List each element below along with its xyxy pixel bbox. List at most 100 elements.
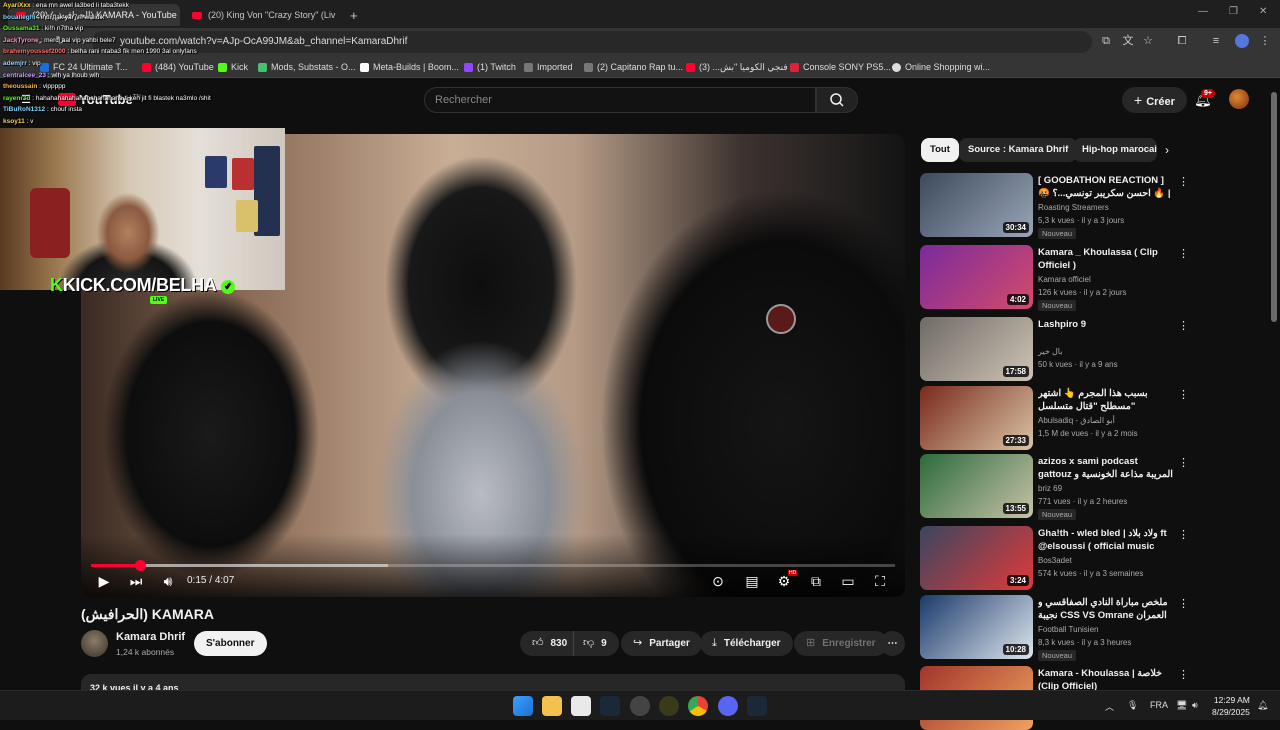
recommended-title[interactable]: azizos x sami podcast gattouz المريبة مذ…	[1038, 455, 1173, 482]
profile-icon[interactable]	[1235, 34, 1249, 48]
recommended-video[interactable]: 17:58 Lashpiro 9 بال خير 50 k vues · il y a…	[920, 317, 1270, 381]
bookmark-item[interactable]: (1) Twitch	[464, 60, 516, 74]
next-icon[interactable]: ⏭	[127, 572, 145, 590]
recommended-title[interactable]: Kamara _ Khoulassa ( Clip Officiel )	[1038, 246, 1173, 272]
more-vertical-icon[interactable]: ⋮	[1178, 319, 1189, 332]
share-button[interactable]: ↪ Partager	[621, 631, 702, 656]
play-icon[interactable]: ▶	[95, 572, 113, 590]
progress-bar[interactable]	[91, 560, 895, 571]
account-avatar[interactable]	[1229, 89, 1249, 109]
video-thumbnail[interactable]: 10:28	[920, 595, 1033, 659]
chevron-right-icon[interactable]: ›	[1165, 143, 1169, 157]
bookmark-star-icon[interactable]: ☆	[1142, 35, 1154, 47]
bookmark-folder[interactable]: (2) Capitano Rap tu...	[584, 60, 683, 74]
network-icon[interactable]: 🖥︎	[1176, 700, 1187, 711]
recommended-video[interactable]: 4:02 Kamara _ Khoulassa ( Clip Officiel )…	[920, 245, 1270, 311]
more-vertical-icon[interactable]: ⋮	[1178, 175, 1189, 188]
theater-mode-icon[interactable]: ▭	[839, 572, 857, 590]
fullscreen-icon[interactable]: ⛶	[871, 572, 889, 590]
start-windows-icon[interactable]	[513, 696, 533, 716]
close-icon[interactable]: ✕	[335, 10, 340, 21]
discord-icon[interactable]	[718, 696, 738, 716]
app-icon[interactable]	[659, 696, 679, 716]
search-input[interactable]: Rechercher	[424, 87, 816, 113]
page-scrollbar[interactable]	[1271, 92, 1277, 322]
recommended-title[interactable]: Gha!th - wled bled | ولاد بلاد ft @elsou…	[1038, 527, 1173, 554]
recommended-channel[interactable]: Bos3adet	[1038, 556, 1072, 565]
recommended-video[interactable]: 3:24 Gha!th - wled bled | ولاد بلاد ft @e…	[920, 526, 1270, 590]
bookmark-item[interactable]: Mods, Substats - O...	[258, 60, 356, 74]
bookmark-item[interactable]: Meta-Builds | Boom...	[360, 60, 459, 74]
more-vertical-icon[interactable]: ⋮	[1178, 528, 1189, 541]
tab-king-von[interactable]: (20) King Von "Crazy Story" (Liv ✕	[184, 4, 340, 26]
video-thumbnail[interactable]: 30:34	[920, 173, 1033, 237]
like-button[interactable]: 👍︎ 830	[520, 631, 578, 656]
recommended-video[interactable]: 27:33 بسبب هذا المجرم 👆 اشتهر مسطلح "قتال…	[920, 386, 1270, 450]
close-icon[interactable]: ✕	[177, 10, 180, 21]
subtitles-icon[interactable]: ▤	[743, 572, 761, 590]
menu-icon[interactable]: ⋮	[1259, 35, 1271, 47]
download-button[interactable]: ⤓ Télécharger	[700, 631, 793, 656]
bookmark-folder[interactable]: Imported	[524, 60, 573, 74]
speaker-icon[interactable]: 🔊︎	[1192, 700, 1198, 711]
save-button[interactable]: ⊞ Enregistrer	[794, 631, 888, 656]
create-button[interactable]: + Créer	[1122, 87, 1187, 113]
address-bar[interactable]: youtube.com/watch?v=AJp-OcA99JM&ab_chann…	[92, 31, 1092, 53]
scrubber-handle[interactable]	[135, 560, 147, 571]
bookmark-item[interactable]: Online Shopping wi...	[892, 60, 990, 74]
steam-icon[interactable]	[600, 696, 620, 716]
search-button[interactable]	[816, 87, 858, 113]
video-thumbnail[interactable]: 3:24	[920, 526, 1033, 590]
recommended-title[interactable]: ملخص مباراة النادي الصفاقسي و نجيبة CSS …	[1038, 596, 1173, 622]
video-thumbnail[interactable]: 4:02	[920, 245, 1033, 309]
recommended-channel[interactable]: Roasting Streamers	[1038, 203, 1109, 212]
recommended-channel[interactable]: briz 69	[1038, 484, 1062, 493]
maximize-icon[interactable]: ❐	[1229, 6, 1238, 17]
subscribe-button[interactable]: S'abonner	[194, 631, 267, 656]
more-vertical-icon[interactable]: ⋮	[1178, 247, 1189, 260]
bookmark-item[interactable]: Kick	[218, 60, 248, 74]
video-thumbnail[interactable]: 27:33	[920, 386, 1033, 450]
extensions-icon[interactable]: ⧠	[1176, 35, 1188, 47]
steam-icon[interactable]	[747, 696, 767, 716]
recommended-video[interactable]: 30:34 [ GOOBATHON REACTION ] 🤬 احسن سكريب…	[920, 173, 1270, 239]
recommended-title[interactable]: [ GOOBATHON REACTION ] 🤬 احسن سكريبر تون…	[1038, 174, 1173, 201]
bookmark-item[interactable]: (484) YouTube	[142, 60, 214, 74]
language-indicator[interactable]: FRA	[1150, 700, 1168, 710]
microphone-icon[interactable]: 🎙︎	[1127, 700, 1138, 711]
translate-icon[interactable]: 文	[1122, 35, 1134, 47]
more-vertical-icon[interactable]: ⋮	[1178, 597, 1189, 610]
chrome-icon[interactable]	[688, 696, 708, 716]
channel-avatar[interactable]	[81, 630, 108, 657]
recommended-channel[interactable]: بال خير	[1038, 347, 1062, 356]
new-tab-button[interactable]: +	[342, 4, 364, 26]
obs-icon[interactable]	[630, 696, 650, 716]
chevron-up-icon[interactable]: ︿	[1105, 700, 1114, 713]
chip-all[interactable]: Tout	[921, 138, 959, 162]
recommended-channel[interactable]: Abulsadiq - أبو الصادق	[1038, 416, 1115, 425]
video-thumbnail[interactable]: 13:55	[920, 454, 1033, 518]
bookmark-item[interactable]: فنجي الكوميا "بش... (3)	[686, 60, 788, 74]
close-window-icon[interactable]: ✕	[1259, 6, 1267, 17]
notification-center-icon[interactable]: 🔔︎	[1257, 700, 1268, 711]
chip-source-channel[interactable]: Source : Kamara Dhrif	[959, 138, 1078, 162]
chip-hip-hop[interactable]: Hip-hop marocain	[1073, 138, 1157, 162]
miniplayer-icon[interactable]: ⧉	[807, 572, 825, 590]
minimize-icon[interactable]: —	[1198, 6, 1208, 17]
install-app-icon[interactable]: ⧉	[1100, 35, 1112, 47]
file-explorer-icon[interactable]	[542, 696, 562, 716]
store-icon[interactable]	[571, 696, 591, 716]
recommended-title[interactable]: Lashpiro 9	[1038, 318, 1173, 331]
more-actions-button[interactable]: ⋯	[880, 631, 905, 656]
autoplay-toggle-icon[interactable]: ⊙	[707, 572, 729, 590]
recommended-channel[interactable]: Football Tunisien	[1038, 625, 1098, 634]
more-vertical-icon[interactable]: ⋮	[1178, 388, 1189, 401]
system-clock[interactable]: 12:29 AM 8/29/2025	[1212, 694, 1250, 718]
recommended-title[interactable]: بسبب هذا المجرم 👆 اشتهر مسطلح "قتال متسل…	[1038, 387, 1173, 413]
media-control-icon[interactable]: ≡	[1210, 35, 1222, 47]
bookmark-item[interactable]: Console SONY PS5...	[790, 60, 891, 74]
more-vertical-icon[interactable]: ⋮	[1178, 668, 1189, 681]
volume-icon[interactable]: 🔊︎	[159, 572, 177, 590]
channel-name[interactable]: Kamara Dhrif	[116, 631, 185, 643]
dislike-button[interactable]: 👎︎ 9	[573, 631, 619, 656]
